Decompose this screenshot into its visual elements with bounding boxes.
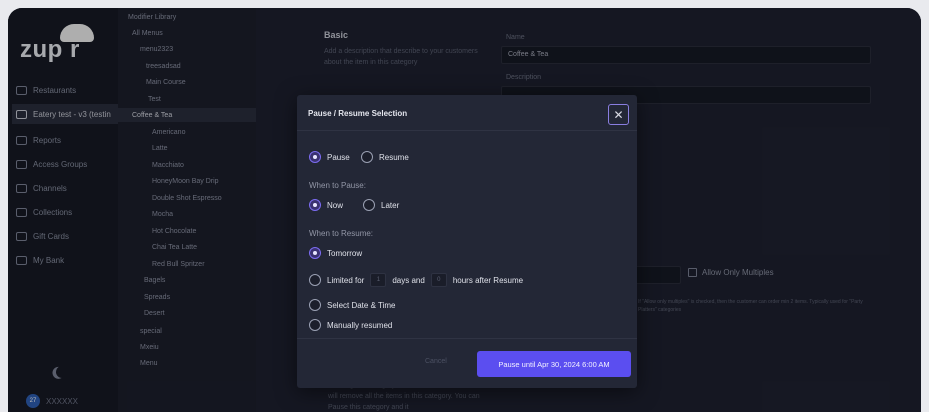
when-to-pause-label: When to Pause: <box>309 181 366 190</box>
radio-label: Manually resumed <box>327 320 393 330</box>
radio-icon <box>361 151 373 163</box>
modal-footer: Cancel Pause until Apr 30, 2024 6:00 AM <box>297 338 637 388</box>
radio-label: Select Date & Time <box>327 300 396 310</box>
days-input[interactable]: 1 <box>370 273 387 287</box>
hours-after-label: hours after Resume <box>452 275 524 285</box>
radio-label: Limited for <box>327 275 365 285</box>
radio-manual[interactable]: Manually resumed <box>309 319 392 331</box>
radio-limited-for[interactable]: Limited for 1 days and 0 hours after Res… <box>309 273 523 287</box>
hours-input[interactable]: 0 <box>430 273 447 287</box>
close-button[interactable]: ✕ <box>608 104 629 125</box>
modal-header: Pause / Resume Selection ✕ <box>297 95 637 131</box>
radio-icon <box>309 247 321 259</box>
radio-resume[interactable]: Resume <box>361 151 409 163</box>
radio-later[interactable]: Later <box>363 199 399 211</box>
when-to-resume-label: When to Resume: <box>309 229 374 238</box>
pause-resume-modal: Pause / Resume Selection ✕ Pause Resume … <box>297 95 637 388</box>
radio-label: Tomorrow <box>327 248 363 258</box>
radio-label: Pause <box>327 152 350 162</box>
radio-icon <box>309 151 321 163</box>
cancel-button[interactable]: Cancel <box>425 358 447 365</box>
radio-now[interactable]: Now <box>309 199 343 211</box>
radio-icon <box>309 299 321 311</box>
radio-tomorrow[interactable]: Tomorrow <box>309 247 362 259</box>
radio-label: Now <box>327 200 344 210</box>
close-icon: ✕ <box>613 107 624 122</box>
radio-pause[interactable]: Pause <box>309 151 350 163</box>
radio-icon <box>309 199 321 211</box>
modal-title: Pause / Resume Selection <box>308 109 408 118</box>
days-and-label: days and <box>392 275 425 285</box>
pause-until-button[interactable]: Pause until Apr 30, 2024 6:00 AM <box>477 351 631 377</box>
radio-icon <box>309 274 321 286</box>
radio-label: Resume <box>379 152 409 162</box>
radio-icon <box>363 199 375 211</box>
app-window: zup r Restaurants Eatery test - v3 (test… <box>8 8 921 412</box>
radio-select-date[interactable]: Select Date & Time <box>309 299 395 311</box>
radio-icon <box>309 319 321 331</box>
radio-label: Later <box>381 200 400 210</box>
